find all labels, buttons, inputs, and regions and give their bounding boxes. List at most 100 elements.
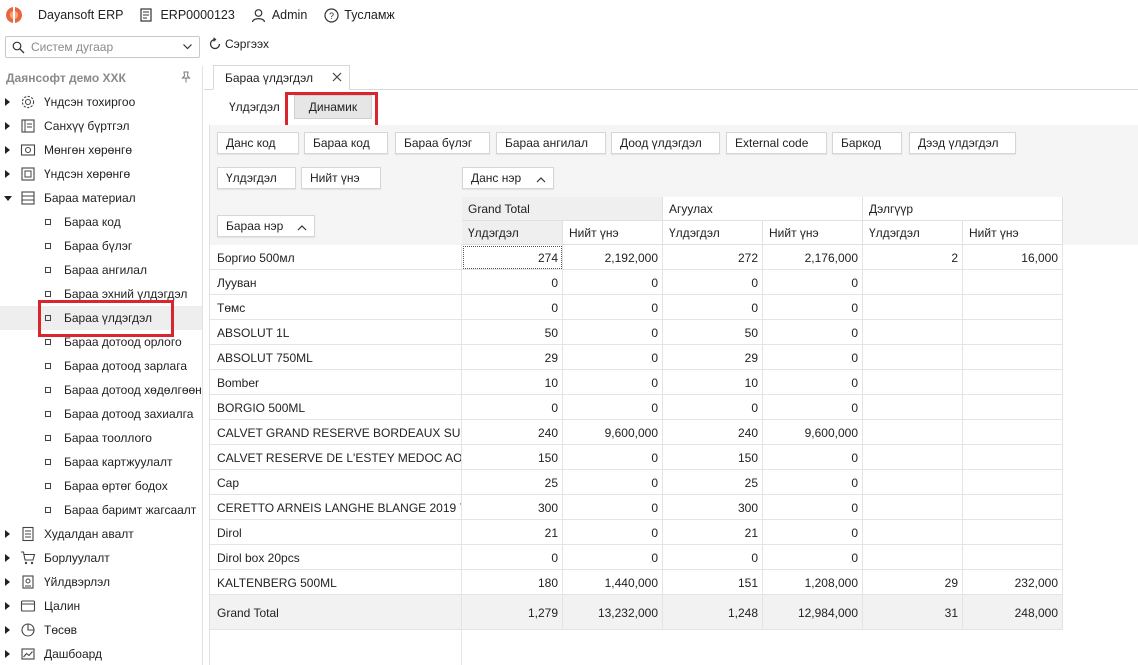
data-cell[interactable]: 151 [663, 570, 763, 595]
data-cell[interactable] [963, 420, 1063, 445]
data-cell[interactable] [863, 445, 963, 470]
sidebar-subitem-internal-order[interactable]: Бараа дотоод захиалга [0, 402, 202, 426]
data-cell[interactable]: 2 [863, 245, 963, 270]
data-cell[interactable]: 25 [663, 470, 763, 495]
row-header-cell[interactable]: Dirol [210, 520, 462, 545]
data-cell[interactable]: 0 [563, 395, 663, 420]
data-cell[interactable]: 0 [763, 370, 863, 395]
data-cell[interactable]: 0 [563, 370, 663, 395]
data-cell[interactable]: 0 [563, 295, 663, 320]
data-cell[interactable]: 0 [563, 320, 663, 345]
data-cell[interactable]: 10 [663, 370, 763, 395]
table-row[interactable]: BORGIO 500ML 0 0 0 0 [210, 395, 1063, 420]
data-cell[interactable] [863, 270, 963, 295]
sidebar-subitem-stock-count[interactable]: Бараа тооллого [0, 426, 202, 450]
data-cell[interactable]: 0 [763, 520, 863, 545]
expand-arrow-icon[interactable] [5, 578, 10, 586]
data-cell[interactable]: 1,440,000 [563, 570, 663, 595]
data-cell[interactable] [963, 395, 1063, 420]
sidebar-item-dashboard[interactable]: Дашбоард [0, 642, 202, 665]
table-row[interactable]: Боргио 500мл 274 2,192,000 272 2,176,000 2 16,… [210, 245, 1063, 270]
table-row[interactable]: CERETTO ARNEIS LANGHE BLANGE 2019 7... 30… [210, 495, 1063, 520]
expand-arrow-icon[interactable] [5, 626, 10, 634]
data-cell[interactable]: 240 [663, 420, 763, 445]
column-field-account-name[interactable]: Данс нэр [462, 167, 554, 189]
data-cell[interactable] [863, 345, 963, 370]
help-button[interactable]: ? Тусламж [323, 7, 395, 23]
data-cell[interactable]: 29 [863, 570, 963, 595]
sidebar-subitem-internal-expense[interactable]: Бараа дотоод зарлага [0, 354, 202, 378]
sidebar-item-sales[interactable]: Борлуулалт [0, 546, 202, 570]
data-cell[interactable]: 0 [763, 295, 863, 320]
field-balance[interactable]: Үлдэгдэл [217, 167, 296, 189]
search-input[interactable] [31, 40, 171, 54]
row-header-cell[interactable]: CALVET GRAND RESERVE BORDEAUX SUPE... [210, 420, 462, 445]
table-row[interactable]: Dirol box 20pcs 0 0 0 0 [210, 545, 1063, 570]
data-cell[interactable] [863, 520, 963, 545]
data-cell[interactable]: 0 [563, 345, 663, 370]
field-barcode[interactable]: Баркод [832, 132, 902, 154]
data-cell[interactable]: 272 [663, 245, 763, 270]
column-group-header[interactable]: Агуулах [663, 197, 863, 221]
sidebar-subitem-product-card[interactable]: Бараа картжуулалт [0, 450, 202, 474]
table-row[interactable]: Cap 25 0 25 0 [210, 470, 1063, 495]
row-header-cell[interactable]: Bomber [210, 370, 462, 395]
row-header-cell[interactable]: Cap [210, 470, 462, 495]
grand-total-cell[interactable]: 1,248 [663, 595, 763, 630]
data-cell[interactable] [963, 270, 1063, 295]
data-cell[interactable]: 50 [663, 320, 763, 345]
sidebar-subitem-product-group[interactable]: Бараа бүлэг [0, 234, 202, 258]
data-cell[interactable]: 1,208,000 [763, 570, 863, 595]
sidebar-subitem-product-category[interactable]: Бараа ангилал [0, 258, 202, 282]
data-cell[interactable]: 150 [462, 445, 563, 470]
table-row[interactable]: KALTENBERG 500ML 180 1,440,000 151 1,208,000… [210, 570, 1063, 595]
row-header-cell[interactable]: CALVET RESERVE DE L'ESTEY MEDOC AOC... [210, 445, 462, 470]
grand-total-cell[interactable]: 12,984,000 [763, 595, 863, 630]
row-header-cell[interactable]: Dirol box 20pcs [210, 545, 462, 570]
data-cell[interactable]: 0 [763, 270, 863, 295]
tab-balance[interactable]: Үлдэгдэл [215, 95, 294, 119]
data-cell[interactable] [963, 445, 1063, 470]
sidebar-subitem-product-code[interactable]: Бараа код [0, 210, 202, 234]
table-row[interactable]: CALVET GRAND RESERVE BORDEAUX SUPE... 240… [210, 420, 1063, 445]
data-cell[interactable]: 50 [462, 320, 563, 345]
table-row[interactable]: Төмс 0 0 0 0 [210, 295, 1063, 320]
collapse-arrow-icon[interactable] [4, 196, 12, 201]
data-cell[interactable] [963, 545, 1063, 570]
measure-header[interactable]: Нийт үнэ [963, 221, 1063, 245]
tab-product-balance[interactable]: Бараа үлдэгдэл [213, 65, 350, 90]
sidebar-subitem-document-list[interactable]: Бараа баримт жагсаалт [0, 498, 202, 522]
data-cell[interactable]: 0 [763, 545, 863, 570]
table-row[interactable]: Bomber 10 0 10 0 [210, 370, 1063, 395]
data-cell[interactable]: 0 [663, 295, 763, 320]
sidebar-item-cash[interactable]: Мөнгөн хөрөнгө [0, 138, 202, 162]
table-row[interactable]: ABSOLUT 750ML 29 0 29 0 [210, 345, 1063, 370]
data-cell[interactable] [963, 470, 1063, 495]
measure-header[interactable]: Үлдэгдэл [663, 221, 763, 245]
measure-header[interactable]: Үлдэгдэл [863, 221, 963, 245]
data-cell[interactable] [963, 345, 1063, 370]
expand-arrow-icon[interactable] [5, 98, 10, 106]
data-cell[interactable] [963, 520, 1063, 545]
expand-arrow-icon[interactable] [5, 530, 10, 538]
sidebar-item-salary[interactable]: Цалин [0, 594, 202, 618]
data-cell[interactable]: 25 [462, 470, 563, 495]
data-cell[interactable]: 2,176,000 [763, 245, 863, 270]
field-account-code[interactable]: Данс код [217, 132, 299, 154]
row-header-cell[interactable]: ABSOLUT 750ML [210, 345, 462, 370]
data-cell[interactable] [963, 495, 1063, 520]
data-cell[interactable] [963, 320, 1063, 345]
data-cell[interactable]: 0 [763, 445, 863, 470]
data-cell[interactable]: 29 [663, 345, 763, 370]
pin-icon[interactable] [180, 71, 192, 86]
field-external-code[interactable]: External code [726, 132, 827, 154]
data-cell[interactable]: 2,192,000 [563, 245, 663, 270]
data-cell[interactable]: 0 [462, 295, 563, 320]
data-cell[interactable] [863, 370, 963, 395]
table-row[interactable]: ABSOLUT 1L 50 0 50 0 [210, 320, 1063, 345]
data-cell[interactable] [863, 320, 963, 345]
data-cell[interactable]: 0 [563, 270, 663, 295]
data-cell[interactable] [963, 370, 1063, 395]
expand-arrow-icon[interactable] [5, 650, 10, 658]
data-cell[interactable]: 0 [563, 445, 663, 470]
